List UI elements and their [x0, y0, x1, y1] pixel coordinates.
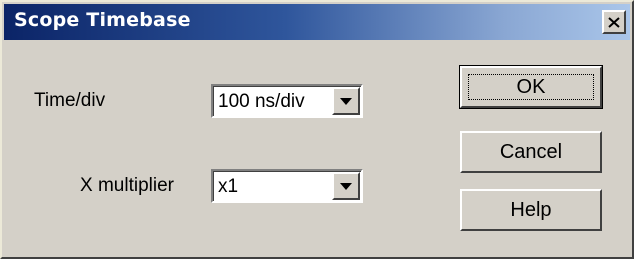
- title-bar[interactable]: Scope Timebase: [4, 4, 630, 40]
- time-div-label: Time/div: [34, 90, 106, 111]
- help-button[interactable]: Help: [460, 189, 602, 231]
- time-div-dropdown-button[interactable]: [332, 87, 360, 115]
- close-button[interactable]: [602, 10, 626, 34]
- scope-timebase-dialog: Scope Timebase Time/div 100 ns/div X mul…: [0, 0, 634, 259]
- ok-button[interactable]: OK: [459, 65, 603, 109]
- chevron-down-icon: [340, 97, 352, 105]
- time-div-value: 100 ns/div: [218, 91, 305, 112]
- time-div-select[interactable]: 100 ns/div: [211, 84, 363, 118]
- x-multiplier-value: x1: [218, 176, 239, 197]
- x-multiplier-select[interactable]: x1: [211, 169, 363, 203]
- help-button-label: Help: [510, 198, 552, 221]
- x-multiplier-dropdown-button[interactable]: [332, 172, 360, 200]
- dialog-title: Scope Timebase: [14, 9, 191, 31]
- cancel-button[interactable]: Cancel: [460, 131, 602, 173]
- focus-indicator: [468, 74, 594, 100]
- chevron-down-icon: [340, 182, 352, 190]
- cancel-button-label: Cancel: [499, 140, 563, 163]
- x-multiplier-label: X multiplier: [80, 175, 174, 196]
- close-icon: [608, 16, 620, 28]
